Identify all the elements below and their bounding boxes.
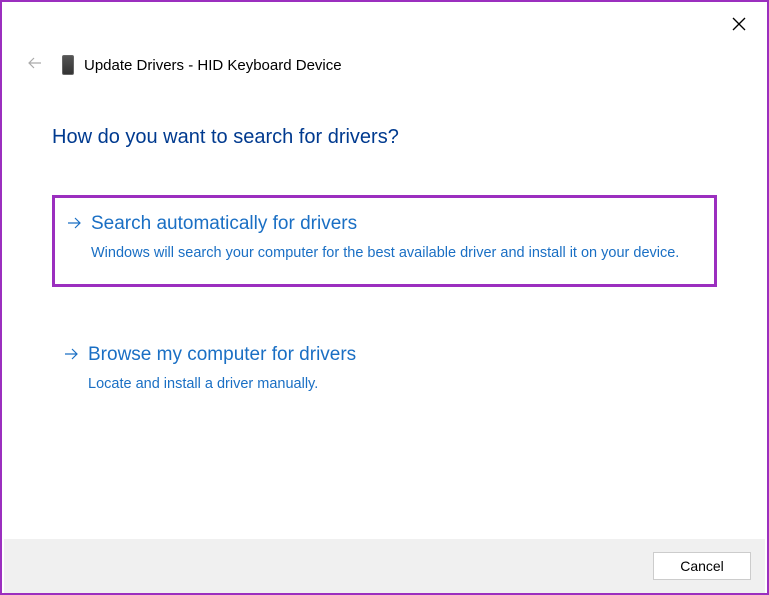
close-icon [732,17,746,31]
option-content: Search automatically for drivers Windows… [91,212,696,264]
arrow-right-icon [67,216,81,234]
option-title: Search automatically for drivers [91,212,696,237]
page-heading: How do you want to search for drivers? [52,126,767,149]
device-icon [62,55,74,75]
option-description: Windows will search your computer for th… [91,243,696,265]
arrow-right-icon [64,347,78,365]
option-description: Locate and install a driver manually. [88,374,699,396]
window-title: Update Drivers - HID Keyboard Device [84,57,342,74]
cancel-button[interactable]: Cancel [653,552,751,580]
option-search-automatically[interactable]: Search automatically for drivers Windows… [52,195,717,287]
dialog-footer: Cancel [4,539,765,593]
option-browse-computer[interactable]: Browse my computer for drivers Locate an… [52,329,717,405]
close-button[interactable] [729,14,749,34]
option-title: Browse my computer for drivers [88,343,699,368]
window-header: Update Drivers - HID Keyboard Device [2,2,767,76]
option-content: Browse my computer for drivers Locate an… [88,343,699,395]
back-arrow-icon[interactable] [26,54,44,76]
